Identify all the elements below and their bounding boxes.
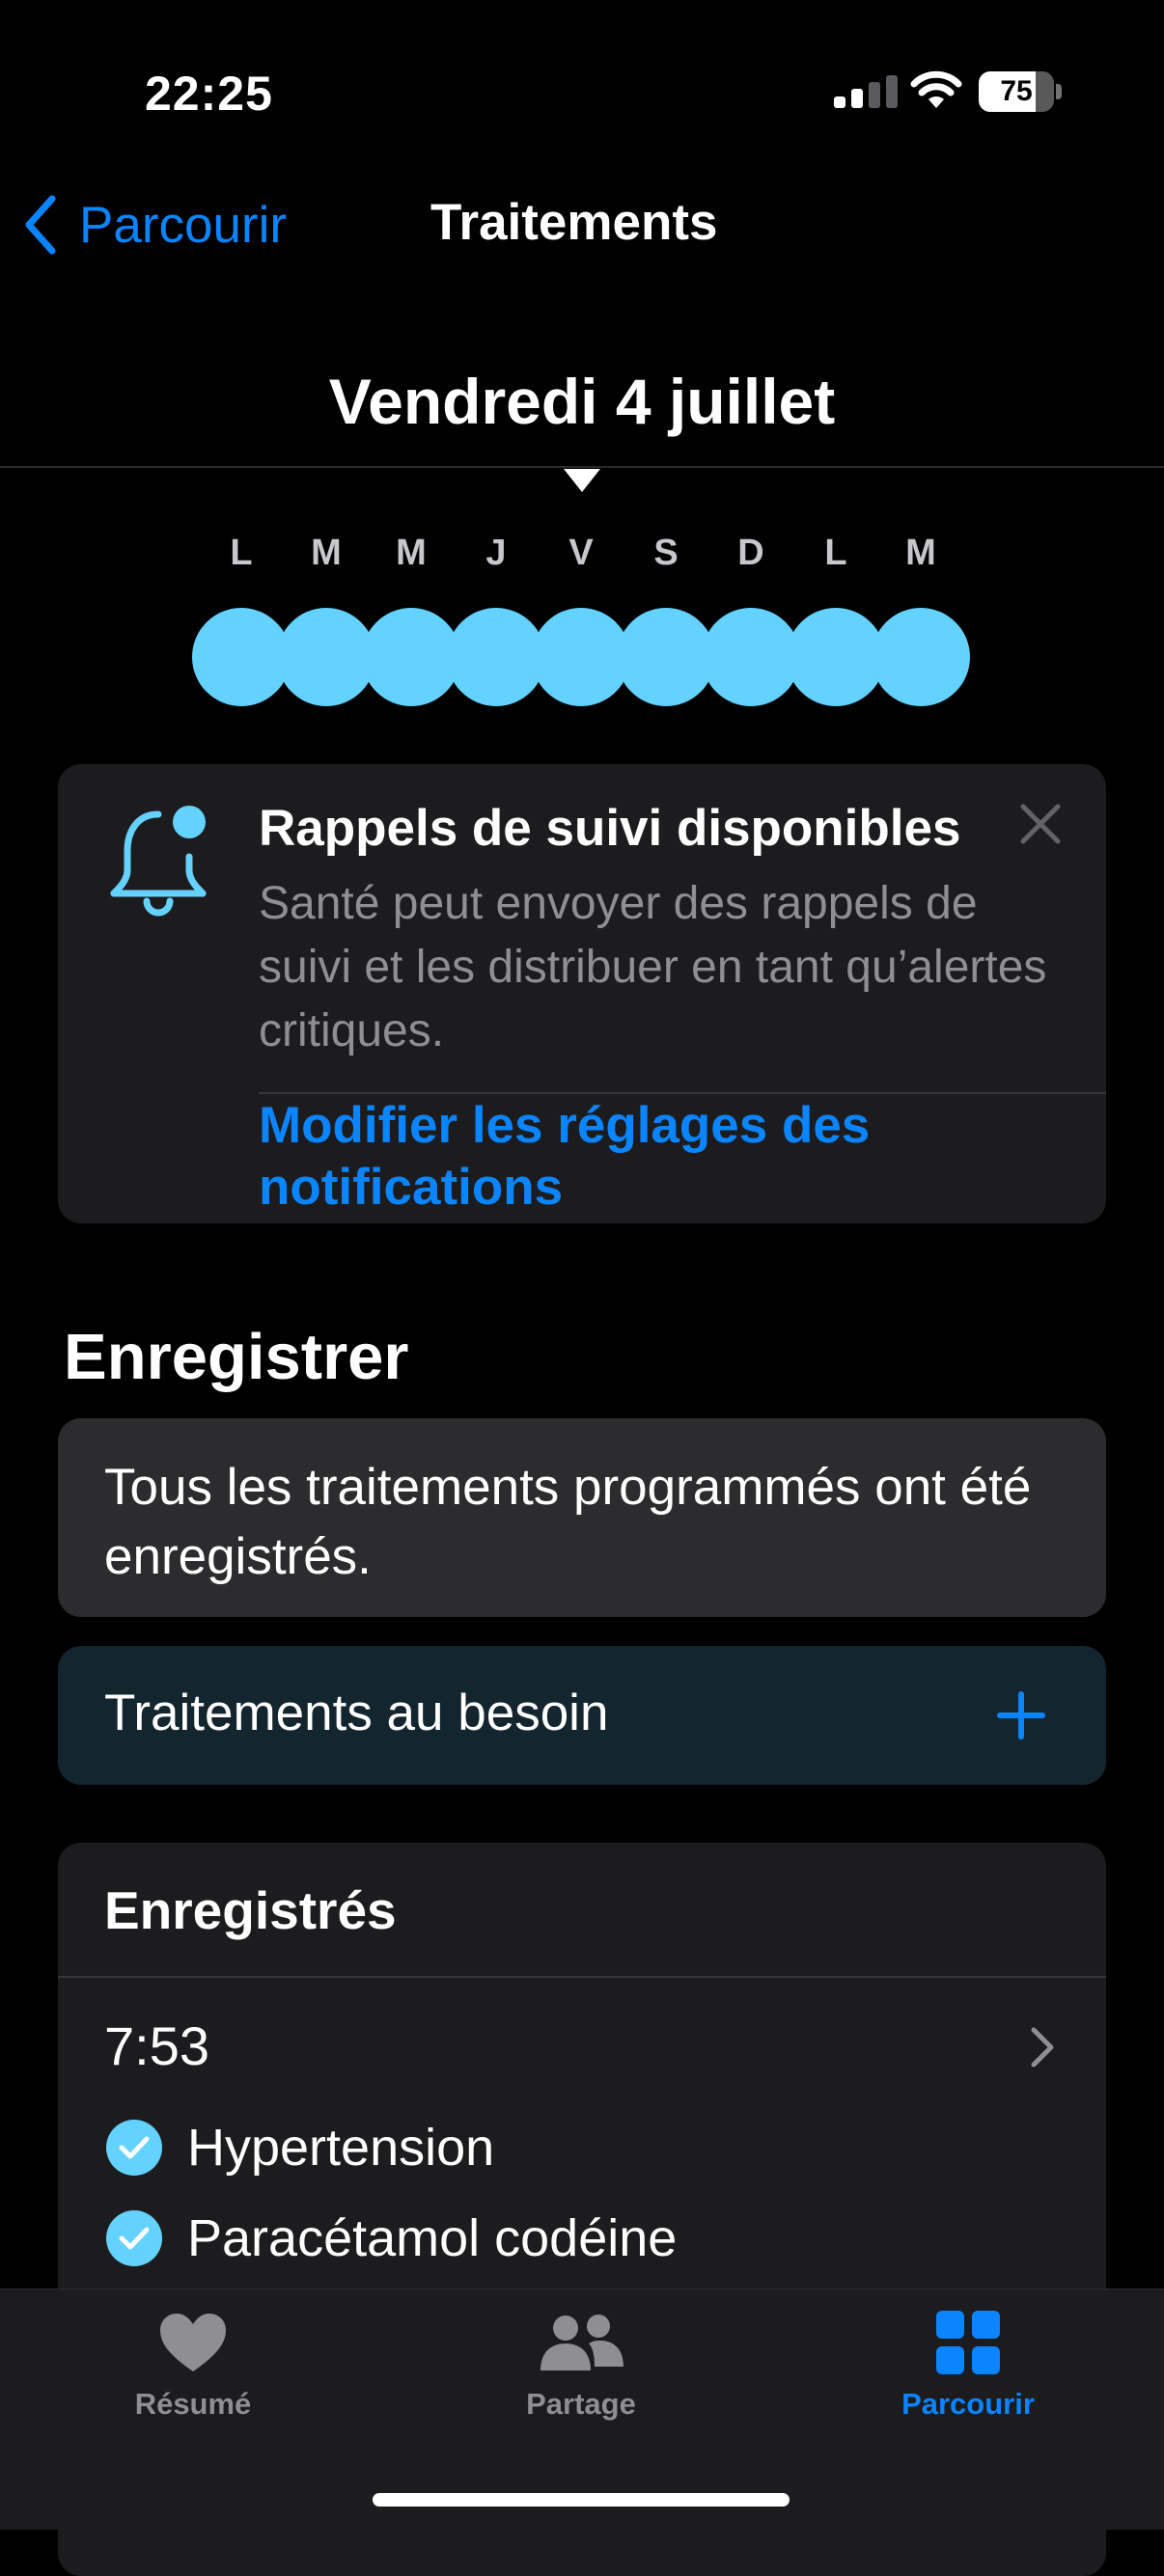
- medication-name: Hypertension: [187, 2119, 495, 2177]
- selected-day-pointer: [564, 469, 600, 492]
- grid-icon: [823, 2308, 1113, 2377]
- chevron-right-icon: [1031, 2027, 1054, 2068]
- date-title: Vendredi 4 juillet: [328, 366, 836, 437]
- day-letter: V: [568, 533, 594, 573]
- plus-icon[interactable]: [996, 1690, 1046, 1740]
- chevron-left-icon: [25, 195, 56, 255]
- log-status-message: Tous les traitements programmés ont été …: [104, 1459, 1032, 1585]
- page-title: Traitements: [430, 194, 718, 251]
- notification-title: Rappels de suivi disponibles: [259, 800, 961, 857]
- day-letter: S: [653, 533, 679, 573]
- day-dot[interactable]: [702, 608, 800, 706]
- notification-settings-link[interactable]: Modifier les réglages des notifications: [259, 1095, 1050, 1219]
- day-letter: M: [905, 533, 936, 573]
- status-time: 22:25: [145, 67, 273, 121]
- tab-label: Partage: [526, 2387, 636, 2421]
- medication-item: Paracétamol codéine: [106, 2209, 677, 2267]
- tab-sharing[interactable]: Partage: [436, 2308, 726, 2422]
- log-status-card: Tous les traitements programmés ont été …: [58, 1418, 1106, 1617]
- logged-entry-row[interactable]: [58, 1978, 1106, 2238]
- back-label: Parcourir: [79, 196, 288, 254]
- tab-summary[interactable]: Résumé: [48, 2308, 338, 2422]
- logged-header: Enregistrés: [104, 1880, 397, 1940]
- day-dot[interactable]: [532, 608, 630, 706]
- day-letter: M: [311, 533, 342, 573]
- as-needed-label: Traitements au besoin: [104, 1685, 609, 1741]
- day-letter: M: [396, 533, 427, 573]
- day-dot[interactable]: [617, 608, 715, 706]
- day-dot[interactable]: [362, 608, 460, 706]
- day-dot[interactable]: [277, 608, 375, 706]
- bell-badge-icon: [110, 806, 207, 917]
- medication-name: Paracétamol codéine: [187, 2209, 678, 2267]
- section-title: Enregistrer: [64, 1321, 409, 1393]
- day-dot[interactable]: [192, 608, 291, 706]
- tab-browse[interactable]: Parcourir: [823, 2308, 1113, 2422]
- back-button[interactable]: Parcourir: [21, 189, 287, 260]
- day-letter: J: [485, 533, 507, 573]
- wifi-icon: [910, 70, 962, 108]
- notification-divider: [259, 1092, 1106, 1094]
- close-icon[interactable]: [1019, 803, 1062, 845]
- heart-icon: [48, 2308, 338, 2377]
- checkmark-icon: [106, 2120, 162, 2176]
- battery-percent: 75: [1000, 75, 1033, 107]
- people-icon: [436, 2308, 726, 2377]
- day-dot[interactable]: [872, 608, 970, 706]
- medication-item: Hypertension: [106, 2119, 494, 2177]
- day-letter: D: [737, 533, 764, 573]
- day-dot[interactable]: [787, 608, 885, 706]
- cellular-signal-icon: [834, 75, 898, 108]
- notification-body: Santé peut envoyer des rappels de suivi …: [259, 878, 1047, 1056]
- date-divider: [0, 466, 1164, 468]
- checkmark-icon: [106, 2210, 162, 2266]
- day-letter: L: [230, 533, 253, 573]
- tab-label: Parcourir: [901, 2387, 1035, 2421]
- battery-icon: 75: [979, 71, 1062, 112]
- home-indicator: [373, 2493, 790, 2507]
- entry-time: 7:53: [104, 2015, 209, 2076]
- day-letter: L: [824, 533, 847, 573]
- day-dot[interactable]: [447, 608, 545, 706]
- tab-label: Résumé: [134, 2387, 252, 2421]
